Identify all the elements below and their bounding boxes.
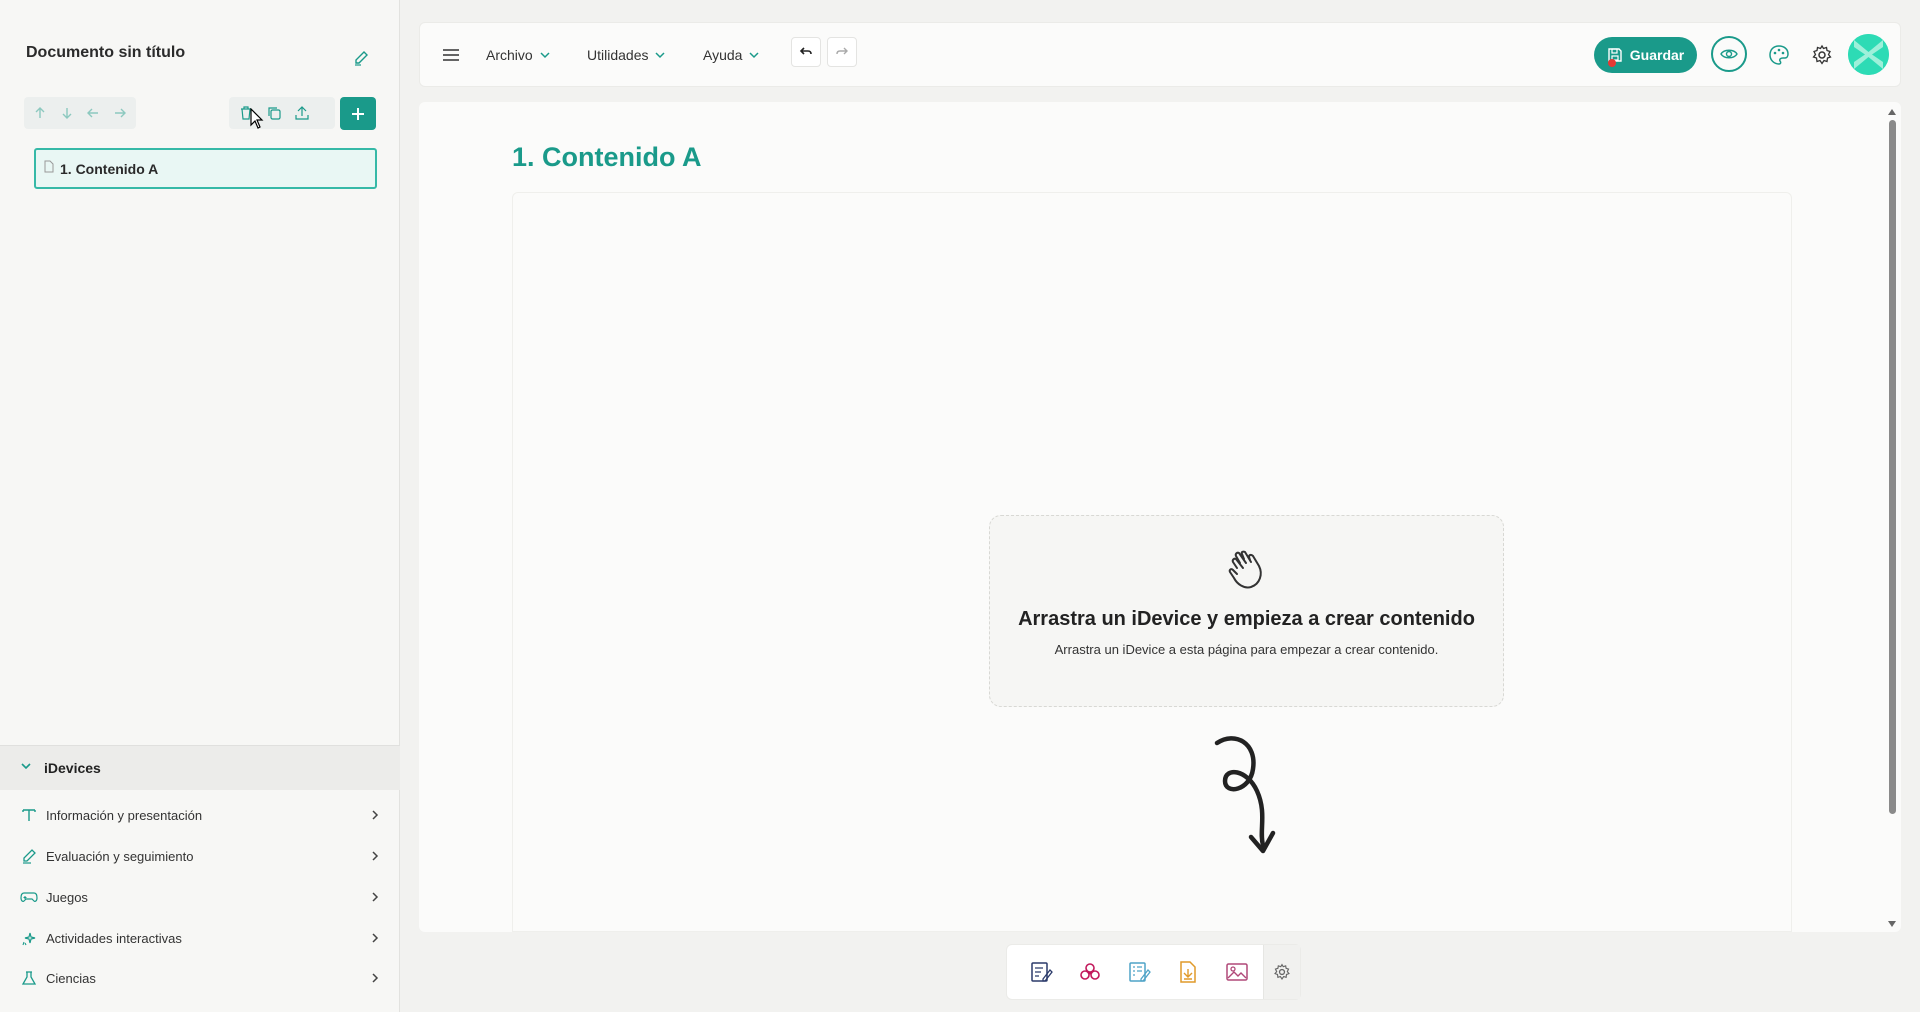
gamepad-icon bbox=[20, 888, 38, 906]
category-actividades[interactable]: Actividades interactivas bbox=[0, 918, 400, 958]
sparkle-icon bbox=[20, 929, 38, 947]
page-content-area: 1. Contenido A Arrastra un iDevice y emp… bbox=[419, 102, 1901, 932]
menu-label: Ayuda bbox=[703, 47, 743, 63]
category-label: Ciencias bbox=[46, 970, 96, 986]
page-tree-item-label: 1. Contenido A bbox=[60, 160, 159, 177]
idevice-drop-zone[interactable]: Arrastra un iDevice y empieza a crear co… bbox=[989, 515, 1504, 707]
category-ciencias[interactable]: Ciencias bbox=[0, 958, 400, 998]
download-idevice-icon[interactable] bbox=[1163, 945, 1212, 999]
text-icon bbox=[20, 806, 38, 824]
text-idevice-icon[interactable] bbox=[1017, 945, 1066, 999]
sidebar: Documento sin título 1. Contenido A iDev… bbox=[0, 0, 400, 1012]
move-up-icon[interactable] bbox=[27, 99, 54, 127]
page-move-controls bbox=[24, 97, 136, 129]
eye-icon bbox=[1720, 49, 1738, 59]
chevron-down-icon bbox=[655, 52, 666, 59]
category-label: Juegos bbox=[46, 889, 88, 905]
category-label: Evaluación y seguimiento bbox=[46, 848, 194, 864]
export-page-icon[interactable] bbox=[288, 99, 316, 127]
mouse-cursor-icon bbox=[250, 107, 264, 135]
undo-button[interactable] bbox=[791, 37, 821, 67]
duplicate-page-icon[interactable] bbox=[260, 99, 288, 127]
content-scrollbar[interactable] bbox=[1885, 108, 1899, 930]
document-title[interactable]: Documento sin título bbox=[26, 44, 185, 62]
settings-icon[interactable] bbox=[1262, 945, 1300, 999]
page-title[interactable]: 1. Contenido A bbox=[512, 142, 702, 173]
hamburger-menu-icon[interactable] bbox=[441, 45, 461, 65]
page-body: Arrastra un iDevice y empieza a crear co… bbox=[512, 192, 1792, 932]
gear-icon[interactable] bbox=[1810, 43, 1834, 67]
chevron-right-icon bbox=[368, 931, 382, 945]
menu-utilidades[interactable]: Utilidades bbox=[587, 47, 666, 63]
page-tree-item[interactable]: 1. Contenido A bbox=[34, 148, 377, 189]
edit-title-icon[interactable] bbox=[352, 48, 372, 68]
palette-icon[interactable] bbox=[1767, 43, 1791, 67]
menu-archivo[interactable]: Archivo bbox=[486, 47, 551, 63]
category-juegos[interactable]: Juegos bbox=[0, 877, 400, 917]
move-left-icon[interactable] bbox=[80, 99, 107, 127]
undo-icon bbox=[799, 47, 812, 55]
save-button[interactable]: Guardar bbox=[1594, 37, 1697, 73]
add-page-button[interactable] bbox=[340, 97, 376, 130]
chevron-right-icon bbox=[368, 808, 382, 822]
chevron-down-icon bbox=[540, 52, 550, 59]
menu-label: Archivo bbox=[486, 47, 533, 63]
page-action-controls bbox=[229, 97, 335, 129]
quick-idevice-toolbar bbox=[1006, 944, 1301, 1000]
move-down-icon[interactable] bbox=[54, 99, 81, 127]
save-label: Guardar bbox=[1629, 47, 1685, 63]
redo-button[interactable] bbox=[827, 37, 857, 67]
idevices-panel-title: iDevices bbox=[44, 760, 101, 776]
chevron-right-icon bbox=[368, 849, 382, 863]
chevron-right-icon bbox=[368, 971, 382, 985]
move-right-icon[interactable] bbox=[107, 99, 134, 127]
category-evaluacion[interactable]: Evaluación y seguimiento bbox=[0, 836, 400, 876]
idevices-panel-header[interactable]: iDevices bbox=[0, 745, 400, 790]
menu-label: Utilidades bbox=[587, 47, 649, 63]
form-idevice-icon[interactable] bbox=[1115, 945, 1164, 999]
menu-ayuda[interactable]: Ayuda bbox=[703, 47, 760, 63]
flask-icon bbox=[20, 969, 38, 987]
category-informacion[interactable]: Información y presentación bbox=[0, 795, 400, 835]
category-label: Información y presentación bbox=[46, 807, 203, 823]
top-toolbar: Archivo Utilidades Ayuda Guardar bbox=[419, 22, 1901, 87]
page-file-icon bbox=[44, 160, 54, 178]
image-idevice-icon[interactable] bbox=[1212, 945, 1261, 999]
pencil-icon bbox=[20, 847, 38, 865]
drop-zone-title: Arrastra un iDevice y empieza a crear co… bbox=[1018, 608, 1475, 630]
redo-icon bbox=[836, 47, 848, 55]
arrow-swirl-icon bbox=[1195, 733, 1295, 873]
chevron-right-icon bbox=[368, 890, 382, 904]
avatar[interactable] bbox=[1848, 34, 1889, 75]
preview-button[interactable] bbox=[1711, 36, 1747, 72]
chevron-down-icon bbox=[20, 759, 32, 777]
category-label: Actividades interactivas bbox=[46, 930, 182, 946]
scrollbar-thumb[interactable] bbox=[1889, 120, 1896, 814]
scroll-down-icon[interactable] bbox=[1887, 920, 1897, 928]
scroll-up-icon[interactable] bbox=[1887, 108, 1897, 116]
interactive-idevice-icon[interactable] bbox=[1066, 945, 1115, 999]
drop-zone-subtitle: Arrastra un iDevice a esta página para e… bbox=[1054, 642, 1439, 657]
unsaved-indicator bbox=[1608, 59, 1616, 67]
chevron-down-icon bbox=[749, 52, 759, 59]
hand-wave-icon bbox=[1223, 546, 1273, 596]
